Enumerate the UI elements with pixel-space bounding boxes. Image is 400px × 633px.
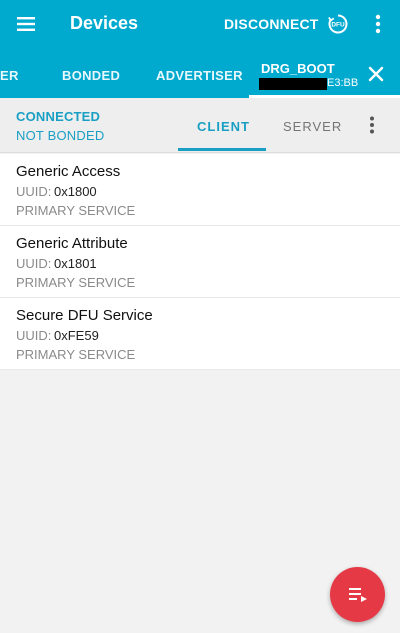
tab-client[interactable]: CLIENT bbox=[197, 119, 250, 134]
bond-status: NOT BONDED bbox=[16, 128, 105, 143]
service-row-secure-dfu[interactable]: Secure DFU Service UUID: 0xFE59 PRIMARY … bbox=[0, 298, 400, 370]
service-type: PRIMARY SERVICE bbox=[16, 347, 136, 362]
tab-connected-device[interactable]: DRG_BOOT E3:BB bbox=[249, 49, 400, 98]
more-vert-icon bbox=[375, 14, 381, 34]
tab-bonded[interactable]: BONDED bbox=[62, 68, 120, 83]
service-name: Generic Access bbox=[16, 163, 121, 180]
dfu-icon: DFU bbox=[328, 14, 348, 34]
tab-advertiser[interactable]: ADVERTISER bbox=[156, 68, 243, 83]
uuid-label: UUID: bbox=[16, 256, 52, 271]
uuid-value: 0x1801 bbox=[54, 256, 97, 271]
device-overflow-button[interactable] bbox=[366, 115, 378, 135]
service-name: Generic Attribute bbox=[16, 235, 128, 252]
log-list-icon bbox=[349, 588, 367, 602]
device-tab-strip: ER BONDED ADVERTISER DRG_BOOT E3:BB bbox=[0, 49, 400, 98]
menu-button[interactable] bbox=[14, 12, 40, 36]
app-root: Devices DISCONNECT DFU ER BONDED ADVERTI… bbox=[0, 0, 400, 633]
tab-server[interactable]: SERVER bbox=[283, 119, 342, 134]
service-type: PRIMARY SERVICE bbox=[16, 203, 136, 218]
uuid-value: 0x1800 bbox=[54, 184, 97, 199]
service-name: Secure DFU Service bbox=[16, 307, 153, 324]
overflow-menu-button[interactable] bbox=[370, 12, 386, 36]
service-list: Generic Access UUID: 0x1800 PRIMARY SERV… bbox=[0, 154, 400, 370]
app-bar: Devices DISCONNECT DFU bbox=[0, 0, 400, 49]
device-name: DRG_BOOT bbox=[261, 61, 335, 76]
log-fab-button[interactable] bbox=[330, 567, 385, 622]
service-type: PRIMARY SERVICE bbox=[16, 275, 136, 290]
subtab-indicator bbox=[178, 148, 266, 151]
uuid-label: UUID: bbox=[16, 184, 52, 199]
page-title: Devices bbox=[70, 13, 139, 33]
service-row-generic-access[interactable]: Generic Access UUID: 0x1800 PRIMARY SERV… bbox=[0, 154, 400, 226]
device-address: E3:BB bbox=[327, 77, 359, 89]
dfu-icon-label: DFU bbox=[331, 22, 345, 29]
tab-scanner-partial[interactable]: ER bbox=[0, 68, 19, 83]
close-device-tab-button[interactable] bbox=[367, 65, 385, 83]
uuid-label: UUID: bbox=[16, 328, 52, 343]
service-row-generic-attribute[interactable]: Generic Attribute UUID: 0x1801 PRIMARY S… bbox=[0, 226, 400, 298]
dfu-button[interactable]: DFU bbox=[326, 12, 350, 36]
disconnect-button[interactable]: DISCONNECT bbox=[224, 16, 319, 32]
more-vert-icon bbox=[370, 116, 374, 134]
menu-icon bbox=[17, 17, 35, 31]
close-icon bbox=[368, 66, 384, 82]
connection-header: CONNECTED NOT BONDED CLIENT SERVER bbox=[0, 98, 400, 153]
uuid-value: 0xFE59 bbox=[54, 328, 99, 343]
redacted-address bbox=[259, 78, 327, 90]
connection-status: CONNECTED bbox=[16, 109, 101, 124]
